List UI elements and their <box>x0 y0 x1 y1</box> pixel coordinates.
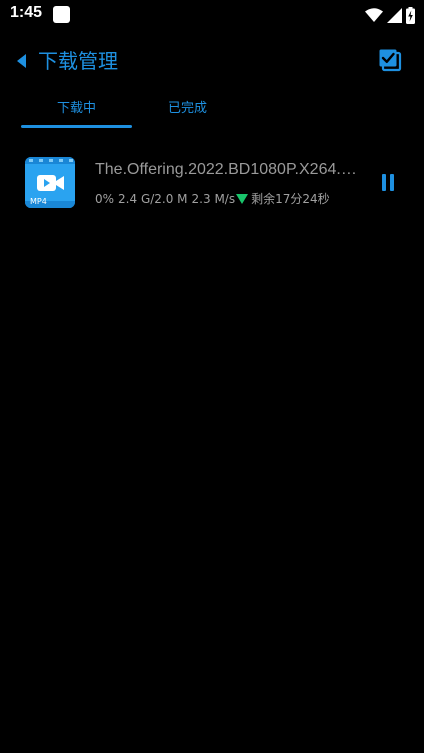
video-camera-icon <box>37 175 64 191</box>
download-stats: 0% 2.4 G/2.0 M 2.3 M/s 剩余17分24秒 <box>95 191 330 207</box>
pause-icon <box>382 174 386 191</box>
time-remaining: 剩余17分24秒 <box>251 192 330 206</box>
multi-select-icon[interactable] <box>378 48 402 72</box>
video-file-icon: MP4 <box>25 157 75 208</box>
status-icons <box>365 6 415 24</box>
pause-button[interactable] <box>381 174 395 192</box>
back-arrow-icon[interactable] <box>14 53 28 69</box>
signal-icon <box>387 7 402 23</box>
download-size: 2.4 G/2.0 M <box>118 192 188 206</box>
file-type-label: MP4 <box>30 197 47 206</box>
status-time: 1:45 <box>10 4 43 21</box>
active-tab-indicator <box>21 125 132 128</box>
download-speed: 2.3 M/s <box>191 192 236 206</box>
app-header: 下载管理 <box>0 40 424 84</box>
tab-bar: 下载中 已完成 <box>0 96 424 132</box>
wifi-icon <box>365 8 383 22</box>
file-name: The.Offering.2022.BD1080P.X264.AAC.Engli… <box>95 161 363 178</box>
status-bar: 1:45 <box>0 0 424 30</box>
download-list-item[interactable]: MP4 The.Offering.2022.BD1080P.X264.AAC.E… <box>0 150 424 216</box>
app-notification-icon <box>53 6 70 23</box>
battery-charging-icon <box>406 6 415 24</box>
tab-completed[interactable]: 已完成 <box>132 96 243 130</box>
download-progress: 0% <box>95 192 115 206</box>
page-title: 下载管理 <box>38 49 118 73</box>
speed-down-arrow-icon <box>236 194 249 204</box>
